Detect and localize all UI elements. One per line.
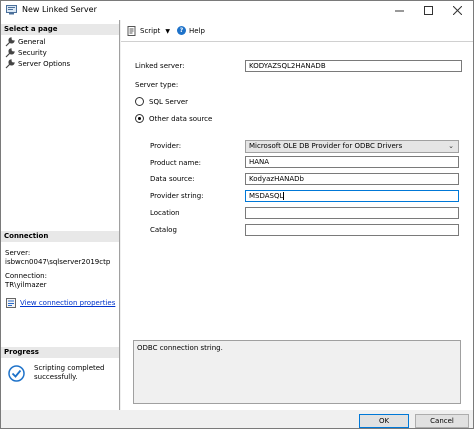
data-source-input[interactable]	[245, 173, 459, 185]
data-source-label: Data source:	[150, 175, 195, 183]
maximize-button[interactable]	[415, 1, 441, 20]
help-button[interactable]: ? Help	[177, 26, 205, 35]
provider-string-input[interactable]: MSDASQL	[245, 190, 459, 202]
product-name-input[interactable]	[245, 156, 459, 168]
text-cursor	[283, 192, 285, 200]
help-label: Help	[189, 26, 205, 35]
sql-server-label: SQL Server	[149, 97, 189, 106]
script-icon	[127, 26, 136, 36]
progress-status: Scripting completed successfully.	[34, 364, 105, 381]
page-item-label: General	[18, 38, 46, 46]
page-item-label: Security	[18, 49, 47, 57]
minimize-button[interactable]	[386, 1, 412, 20]
button-bar: OK Cancel	[1, 410, 473, 428]
chevron-down-icon: ▼	[165, 27, 170, 35]
title-bar: New Linked Server	[1, 1, 473, 20]
description-box: ODBC connection string.	[133, 340, 461, 404]
main-panel: Script ▼ ? Help Linked server: Server ty…	[121, 20, 473, 410]
page-item-general[interactable]: General	[5, 37, 46, 47]
provider-string-value: MSDASQL	[249, 192, 284, 200]
help-icon: ?	[177, 26, 186, 35]
page-item-label: Server Options	[18, 60, 71, 68]
other-data-source-label: Other data source	[149, 114, 213, 123]
script-label: Script	[140, 27, 161, 35]
connection-label: Connection:	[5, 272, 47, 280]
cancel-button[interactable]: Cancel	[415, 414, 469, 428]
connection-header: Connection	[1, 231, 119, 242]
location-label: Location	[150, 209, 180, 217]
database-server-icon	[6, 5, 17, 15]
sql-server-radio[interactable]: SQL Server	[135, 97, 188, 106]
left-panel: Select a page General Security Server Op…	[1, 20, 120, 410]
properties-icon	[6, 298, 16, 308]
connection-value: TR\yilmazer	[5, 281, 47, 289]
ok-button[interactable]: OK	[359, 414, 409, 428]
select-page-header: Select a page	[1, 24, 119, 35]
provider-select[interactable]: Microsoft OLE DB Provider for ODBC Drive…	[245, 140, 459, 153]
maximize-icon	[423, 6, 433, 15]
catalog-label: Catalog	[150, 226, 177, 234]
catalog-input[interactable]	[245, 224, 459, 236]
other-data-source-radio[interactable]: Other data source	[135, 114, 212, 123]
close-button[interactable]	[444, 1, 470, 20]
wrench-icon	[5, 59, 15, 69]
server-label: Server:	[5, 249, 31, 257]
script-button[interactable]: Script ▼	[127, 26, 170, 36]
radio-button-icon	[135, 97, 144, 106]
close-icon	[452, 6, 462, 15]
window-title: New Linked Server	[22, 5, 97, 14]
provider-value: Microsoft OLE DB Provider for ODBC Drive…	[249, 142, 403, 150]
page-item-security[interactable]: Security	[5, 48, 47, 58]
minimize-icon	[394, 10, 404, 12]
provider-string-label: Provider string:	[150, 192, 204, 200]
success-check-icon	[8, 365, 25, 382]
location-input[interactable]	[245, 207, 459, 219]
new-linked-server-dialog: New Linked Server Select a page General …	[0, 0, 474, 429]
provider-label: Provider:	[150, 142, 182, 150]
page-item-server-options[interactable]: Server Options	[5, 59, 70, 69]
wrench-icon	[5, 37, 15, 47]
view-connection-properties-label: View connection properties	[20, 299, 116, 307]
toolbar: Script ▼ ? Help	[121, 20, 473, 42]
linked-server-label: Linked server:	[135, 62, 185, 70]
product-name-label: Product name:	[150, 159, 202, 167]
radio-button-selected-icon	[135, 114, 144, 123]
view-connection-properties-link[interactable]: View connection properties	[6, 298, 115, 308]
linked-server-input[interactable]	[245, 60, 462, 72]
wrench-icon	[5, 48, 15, 58]
progress-header: Progress	[1, 347, 119, 358]
chevron-down-icon: ⌄	[448, 142, 454, 150]
server-value: isbwcn0047\sqlserver2019ctp	[5, 258, 111, 266]
server-type-label: Server type:	[135, 81, 179, 89]
